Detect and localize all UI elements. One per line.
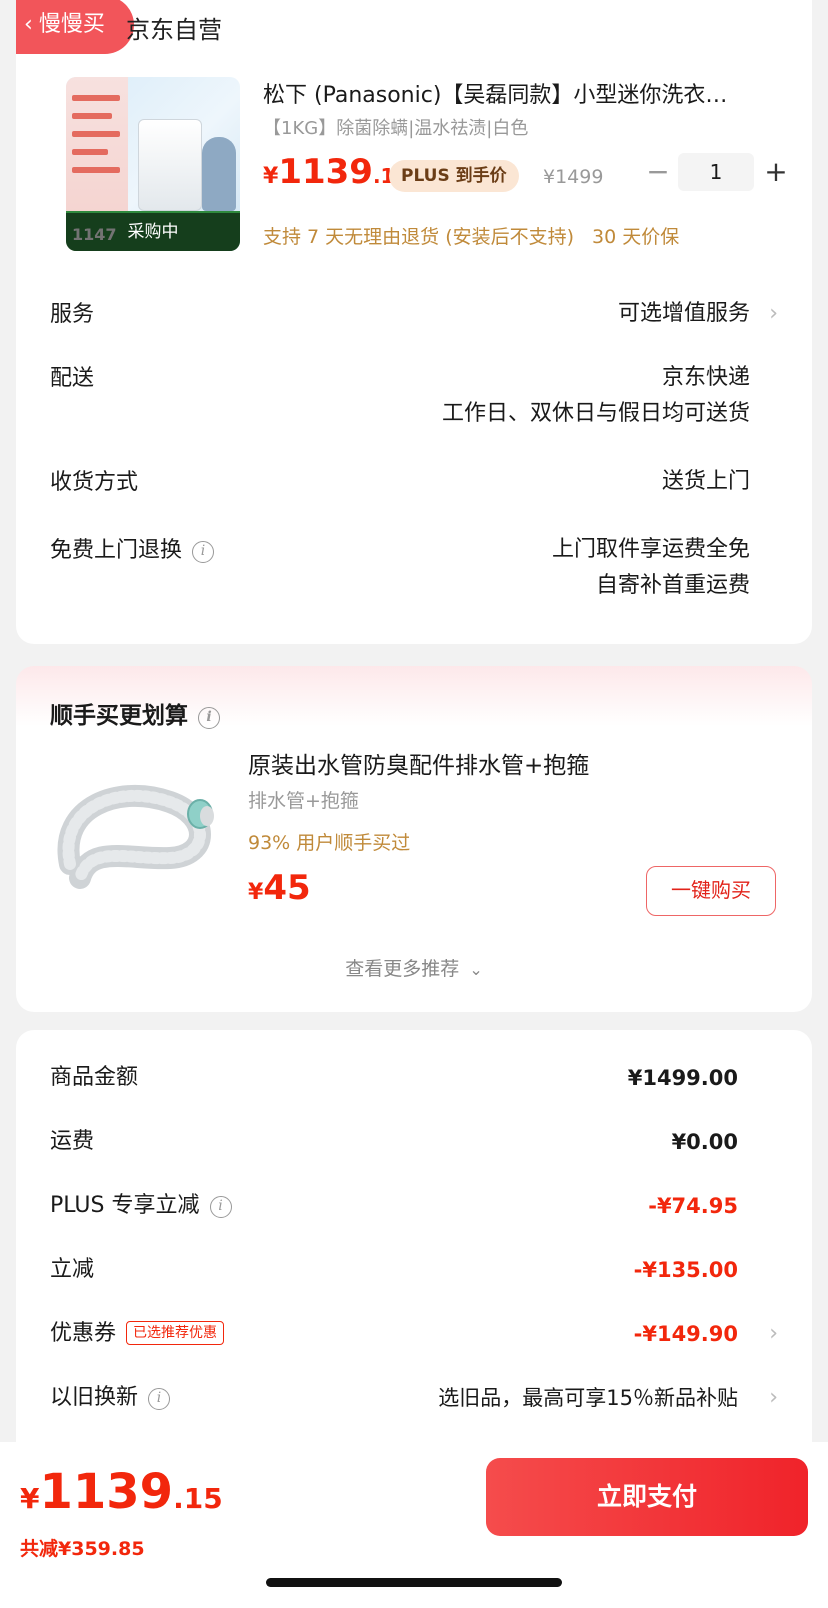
free-exchange-value: 上门取件享运费全免 自寄补首重运费 [552, 532, 750, 604]
delivery-method: 京东快递 [661, 365, 750, 390]
receive-method-value: 送货上门 [661, 469, 750, 494]
addon-price-currency: ¥ [248, 880, 264, 905]
instant-discount-row: 立减 -¥135.00 [50, 1250, 778, 1290]
price-protection: 30 天价保 [592, 226, 680, 248]
info-icon[interactable]: i [209, 1196, 232, 1218]
total-currency: ¥ [20, 1482, 40, 1515]
price-integer: 1139 [278, 152, 373, 192]
coupon-row[interactable]: 优惠券 已选推荐优惠 -¥149.90 › [50, 1314, 778, 1354]
chevron-right-icon: › [769, 1385, 778, 1410]
addon-purchase-rate: 93% 用户顺手买过 [248, 832, 411, 854]
drain-hose-image[interactable] [50, 746, 222, 918]
info-icon[interactable]: i [148, 1388, 171, 1410]
thumbnail-status-overlay: 采购中 [66, 213, 240, 251]
instant-discount-value: -¥135.00 [633, 1258, 738, 1282]
addon-section-title: 顺手买更划算 i [50, 696, 220, 730]
trade-in-value: 选旧品，最高可享15％新品补贴 [438, 1386, 738, 1410]
coupon-value: -¥149.90 [633, 1322, 738, 1346]
goods-amount-label: 商品金额 [50, 1065, 139, 1090]
plus-discount-row: PLUS 专享立减 i -¥74.95 [50, 1186, 778, 1226]
more-recommendations-text: 查看更多推荐 [345, 958, 460, 980]
thumbnail-stripe [72, 95, 120, 101]
price-currency: ¥ [263, 164, 279, 189]
drain-hose-icon [57, 784, 214, 889]
thumbnail-stripe [72, 167, 120, 173]
trade-in-label: 以旧换新 i [50, 1378, 171, 1418]
thumbnail-stripe [72, 131, 120, 137]
back-button-label: 慢慢买 [38, 12, 105, 37]
addon-product-spec: 排水管+抱箍 [248, 790, 359, 812]
thumbnail-stripe [72, 113, 112, 119]
original-price: ¥1499 [543, 166, 604, 188]
total-integer: 1139 [39, 1464, 174, 1520]
pay-now-button[interactable]: 立即支付 [486, 1458, 808, 1536]
coupon-label: 优惠券 已选推荐优惠 [50, 1314, 225, 1354]
goods-amount-value: ¥1499.00 [627, 1066, 738, 1090]
checkout-bar: ¥1139.15 共减¥359.85 立即支付 [0, 1442, 828, 1608]
free-exchange-line: 上门取件享运费全免 [551, 537, 750, 562]
free-exchange-row: 免费上门退换 i 上门取件享运费全免 自寄补首重运费 [50, 532, 778, 612]
plus-discount-label-text: PLUS 专享立减 [50, 1193, 200, 1218]
thumbnail-stripe [72, 149, 108, 155]
delivery-schedule: 工作日、双休日与假日均可送货 [441, 401, 750, 426]
plus-discount-label: PLUS 专享立减 i [50, 1186, 232, 1226]
back-button[interactable]: ‹ 慢慢买 [16, 0, 134, 54]
shipping-fee-value: ¥0.00 [671, 1130, 738, 1154]
product-spec: 【1KG】除菌除螨|温水祛渍|白色 [263, 118, 529, 139]
addon-product-name[interactable]: 原装出水管防臭配件排水管+抱箍 [248, 746, 589, 780]
service-value: 可选增值服务 [617, 301, 750, 326]
delivery-label: 配送 [50, 366, 95, 391]
receive-method-row: 收货方式 送货上门 [50, 464, 778, 504]
shipping-fee-row: 运费 ¥0.00 [50, 1122, 778, 1162]
delivery-row: 配送 京东快递 工作日、双休日与假日均可送货 [50, 360, 778, 440]
addon-price-value: 45 [263, 868, 311, 908]
goods-amount-row: 商品金额 ¥1499.00 [50, 1058, 778, 1098]
service-label: 服务 [50, 302, 95, 327]
coupon-label-text: 优惠券 [50, 1321, 117, 1346]
delivery-value: 京东快递 工作日、双休日与假日均可送货 [442, 360, 750, 432]
spokesperson-image [202, 137, 236, 211]
shipping-fee-label: 运费 [50, 1129, 95, 1154]
info-icon[interactable]: i [192, 541, 215, 563]
chevron-left-icon: ‹ [24, 12, 33, 37]
service-row[interactable]: 服务 可选增值服务 › [50, 296, 778, 336]
product-card: ‹慢慢买 京东自营 1147 采购中 松下 (Panasonic)【吴磊同款】小… [16, 0, 812, 644]
washer-image [138, 119, 202, 211]
product-thumbnail[interactable]: 1147 采购中 [66, 77, 240, 251]
quantity-input[interactable]: 1 [678, 153, 754, 191]
trade-in-row[interactable]: 以旧换新 i 选旧品，最高可享15％新品补贴 › [50, 1378, 778, 1418]
store-name: 京东自营 [126, 16, 222, 44]
info-icon[interactable]: i [198, 707, 220, 729]
free-exchange-label: 免费上门退换 i [50, 532, 215, 564]
chevron-down-icon: ⌄ [469, 960, 483, 979]
home-indicator[interactable] [266, 1578, 562, 1587]
quantity-increase-button[interactable]: + [761, 154, 791, 190]
chevron-right-icon: › [769, 1321, 778, 1346]
free-exchange-line: 自寄补首重运费 [595, 573, 750, 598]
plus-discount-value: -¥74.95 [648, 1194, 738, 1218]
product-policy: 支持 7 天无理由退货 (安装后不支持) 30 天价保 [263, 222, 679, 249]
total-decimal: .15 [173, 1482, 223, 1515]
more-recommendations-link[interactable]: 查看更多推荐 ⌄ [16, 954, 812, 981]
product-title[interactable]: 松下 (Panasonic)【吴磊同款】小型迷你洗衣… [263, 77, 727, 109]
total-savings: 共减¥359.85 [20, 1538, 145, 1560]
addon-section-title-text: 顺手买更划算 [50, 703, 188, 729]
free-exchange-label-text: 免费上门退换 [50, 538, 183, 563]
one-click-buy-button[interactable]: 一键购买 [646, 866, 776, 916]
coupon-badge: 已选推荐优惠 [126, 1321, 225, 1345]
quantity-decrease-button[interactable]: − [643, 154, 673, 190]
receive-method-label: 收货方式 [50, 470, 139, 495]
instant-discount-label: 立减 [50, 1257, 95, 1282]
return-policy: 支持 7 天无理由退货 (安装后不支持) [263, 226, 575, 248]
addon-price: ¥45 [248, 868, 311, 908]
plus-price-tag: PLUS 到手价 [389, 160, 519, 192]
addon-card: 顺手买更划算 i 原装出水管防臭配件排水管+抱箍 排水管+抱箍 93% 用户顺手买… [16, 666, 812, 1012]
total-price: ¥1139.15 [20, 1464, 223, 1520]
trade-in-label-text: 以旧换新 [50, 1385, 139, 1410]
product-price: ¥1139.15 [263, 152, 408, 192]
chevron-right-icon: › [769, 301, 778, 326]
